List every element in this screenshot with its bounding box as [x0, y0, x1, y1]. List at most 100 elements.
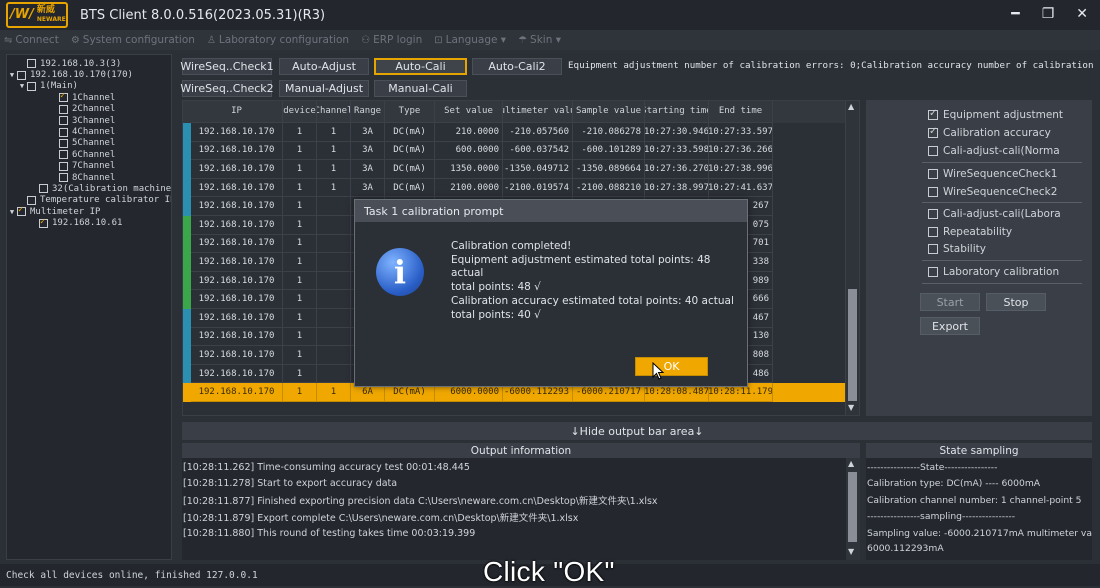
tree-checkbox[interactable] — [59, 91, 68, 103]
scroll-up-icon[interactable]: ▲ — [848, 102, 854, 111]
tree-node[interactable]: 4Channel — [7, 126, 171, 137]
tree-checkbox[interactable] — [27, 59, 36, 69]
output-scrollbar[interactable]: ▲ ▼ — [846, 458, 860, 560]
checkbox[interactable] — [928, 244, 938, 254]
tree-checkbox[interactable] — [59, 116, 68, 126]
row-status-marker — [183, 364, 191, 384]
start-button[interactable]: Start — [920, 293, 980, 311]
tree-checkbox[interactable] — [59, 138, 68, 148]
restore-icon[interactable]: ❐ — [1042, 6, 1055, 22]
checkbox[interactable] — [928, 169, 938, 179]
tree-node[interactable]: 8Channel — [7, 172, 171, 183]
checkbox[interactable] — [928, 146, 938, 156]
auto-adjust-button[interactable]: Auto-Adjust — [279, 58, 369, 75]
column-header[interactable]: Sample value — [573, 101, 645, 123]
tree-node[interactable]: 6Channel — [7, 149, 171, 160]
tree-checkbox[interactable] — [17, 205, 26, 217]
tree-node[interactable]: 1Channel — [7, 91, 171, 103]
option-checkbox[interactable]: Stability — [928, 243, 986, 255]
checkbox[interactable] — [928, 209, 938, 219]
checkbox[interactable] — [928, 227, 938, 237]
tree-node[interactable]: 192.168.10.61 — [7, 217, 171, 228]
option-checkbox[interactable]: Cali-adjust-cali(Norma — [928, 145, 1060, 157]
menu-item-1[interactable]: ⚙ System configuration — [71, 34, 195, 46]
hide-output-bar[interactable]: ↓Hide output bar area↓ — [182, 422, 1092, 440]
column-header[interactable]: device — [283, 101, 317, 123]
table-row[interactable]: 192.168.10.170 1 1 3A DC(mA) 210.0000 -210.057… — [183, 123, 847, 142]
column-header[interactable]: Set value — [435, 101, 503, 123]
output-scroll-thumb[interactable] — [848, 472, 857, 542]
tree-node[interactable]: ▼ Multimeter IP — [7, 205, 171, 217]
menu-item-3[interactable]: ⚇ ERP login — [361, 34, 422, 46]
table-scroll-thumb[interactable] — [848, 289, 857, 401]
tree-checkbox[interactable] — [59, 150, 68, 160]
table-cell: DC(mA) — [385, 123, 435, 142]
option-checkbox[interactable]: WireSequenceCheck2 — [928, 186, 1057, 198]
manual-adjust-button[interactable]: Manual-Adjust — [279, 80, 369, 97]
tree-checkbox[interactable] — [39, 184, 48, 194]
option-checkbox[interactable]: Laboratory calibration — [928, 266, 1059, 278]
expand-arrow-icon[interactable]: ▼ — [7, 208, 17, 216]
tree-checkbox[interactable] — [27, 81, 36, 91]
scroll-up-icon[interactable]: ▲ — [848, 459, 854, 468]
tree-node[interactable]: Temperature calibrator IP — [7, 195, 171, 206]
table-cell — [317, 290, 351, 309]
wireseq-check1-button[interactable]: WireSeq..Check1 — [180, 58, 274, 75]
column-header[interactable]: Starting time — [645, 101, 709, 123]
column-header[interactable]: Range — [351, 101, 385, 123]
tree-node[interactable]: 7Channel — [7, 161, 171, 172]
tree-checkbox[interactable] — [39, 217, 48, 228]
tree-checkbox[interactable] — [59, 161, 68, 171]
column-header[interactable]: Type — [385, 101, 435, 123]
tree-checkbox[interactable] — [59, 127, 68, 137]
manual-cali-button[interactable]: Manual-Cali — [374, 80, 467, 97]
menu-item-5[interactable]: ☂ Skin ▾ — [518, 34, 561, 46]
tree-checkbox[interactable] — [59, 104, 68, 114]
tree-node[interactable]: ▼ 1(Main) — [7, 81, 171, 92]
ok-button[interactable]: OK — [635, 357, 708, 376]
tree-node[interactable]: 2Channel — [7, 104, 171, 115]
checkbox[interactable] — [928, 126, 938, 138]
tree-checkbox[interactable] — [17, 70, 26, 80]
menu-item-0[interactable]: ⇋ Connect — [4, 34, 59, 46]
checkbox[interactable] — [928, 108, 938, 120]
expand-arrow-icon[interactable]: ▼ — [7, 71, 17, 79]
tree-node[interactable]: 192.168.10.3(3) — [7, 58, 171, 69]
column-header[interactable]: Multimeter value — [503, 101, 573, 123]
menu-item-2[interactable]: ♙ Laboratory configuration — [207, 34, 349, 46]
tree-checkbox[interactable] — [59, 173, 68, 183]
checkbox[interactable] — [928, 187, 938, 197]
expand-arrow-icon[interactable]: ▼ — [17, 82, 27, 90]
table-row[interactable]: 192.168.10.170 1 1 3A DC(mA) 600.0000 -600.037… — [183, 141, 847, 161]
column-header[interactable]: Channel — [317, 101, 351, 123]
close-icon[interactable]: ✕ — [1076, 6, 1088, 22]
auto-cali2-button[interactable]: Auto-Cali2 — [472, 58, 562, 75]
table-row[interactable]: 192.168.10.170 1 1 3A DC(mA) 2100.0000 -2100.0… — [183, 178, 847, 198]
table-header: IPdeviceChannelRangeTypeSet valueMultime… — [183, 101, 847, 123]
wireseq-check2-button[interactable]: WireSeq..Check2 — [180, 80, 274, 97]
row-status-marker — [183, 160, 191, 179]
menu-item-4[interactable]: ⊡ Language ▾ — [434, 34, 506, 46]
stop-button[interactable]: Stop — [986, 293, 1046, 311]
option-checkbox[interactable]: WireSequenceCheck1 — [928, 168, 1057, 180]
tree-node[interactable]: 5Channel — [7, 138, 171, 149]
tree-node[interactable]: ▼ 192.168.10.170(170) — [7, 69, 171, 80]
auto-cali-button[interactable]: Auto-Cali — [374, 58, 467, 75]
option-checkbox[interactable]: Calibration accuracy — [928, 126, 1051, 139]
column-header[interactable]: IP — [191, 101, 283, 123]
tree-checkbox[interactable] — [27, 195, 36, 205]
option-checkbox[interactable]: Cali-adjust-cali(Labora — [928, 208, 1061, 220]
tree-node[interactable]: 3Channel — [7, 115, 171, 126]
checkbox[interactable] — [928, 267, 938, 277]
state-sampling-header: State sampling — [866, 443, 1092, 458]
minimize-icon[interactable]: ━ — [1011, 6, 1019, 22]
option-checkbox[interactable]: Repeatability — [928, 226, 1012, 238]
table-row[interactable]: 192.168.10.170 1 1 3A DC(mA) 1350.0000 -1350.0… — [183, 160, 847, 179]
scroll-down-icon[interactable]: ▼ — [848, 547, 854, 556]
tree-node[interactable]: 32(Calibration machine — [7, 183, 171, 194]
option-checkbox[interactable]: Equipment adjustment — [928, 108, 1063, 121]
table-scrollbar[interactable]: ▲ ▼ — [845, 101, 859, 415]
export-button[interactable]: Export — [920, 317, 980, 335]
column-header[interactable]: End time — [709, 101, 773, 123]
scroll-down-icon[interactable]: ▼ — [848, 403, 854, 412]
